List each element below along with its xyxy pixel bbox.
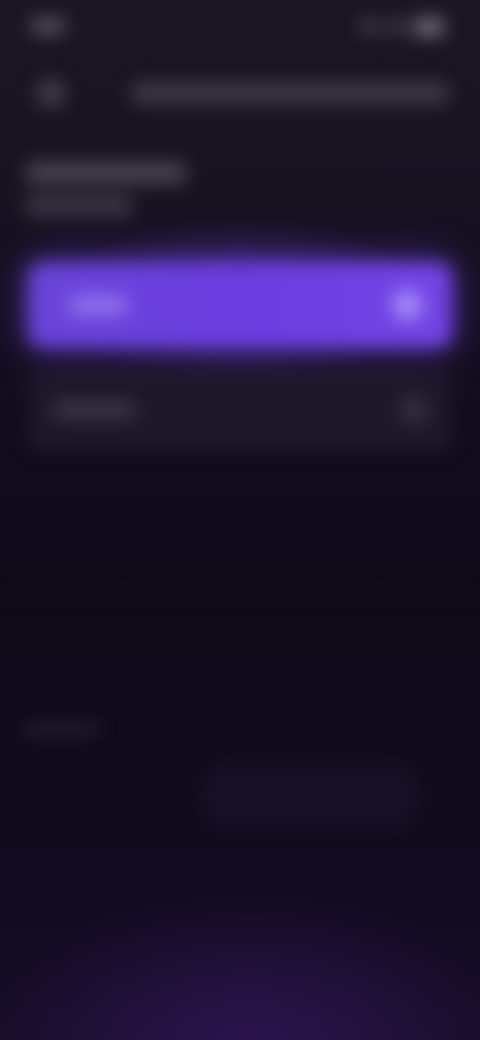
wifi-icon (388, 21, 406, 33)
blurred-content (0, 0, 480, 1040)
primary-action-label (68, 296, 128, 314)
back-icon[interactable] (36, 78, 66, 108)
page-title (26, 162, 186, 184)
header-bar (0, 68, 480, 118)
secondary-action-row[interactable] (28, 368, 452, 452)
status-time (30, 18, 66, 34)
battery-icon (414, 18, 444, 36)
primary-action-button[interactable] (28, 262, 452, 348)
section-divider (0, 594, 480, 596)
status-icons (360, 18, 444, 36)
page-subtitle (26, 196, 132, 216)
app-screen (0, 0, 480, 1040)
section-label (20, 722, 102, 736)
chevron-right-icon (400, 396, 428, 424)
secondary-action-label (52, 402, 136, 418)
signal-icon (360, 21, 380, 33)
background-card (200, 760, 420, 830)
chevron-right-icon (392, 290, 422, 320)
search-input[interactable] (130, 82, 450, 104)
status-bar (0, 0, 480, 60)
